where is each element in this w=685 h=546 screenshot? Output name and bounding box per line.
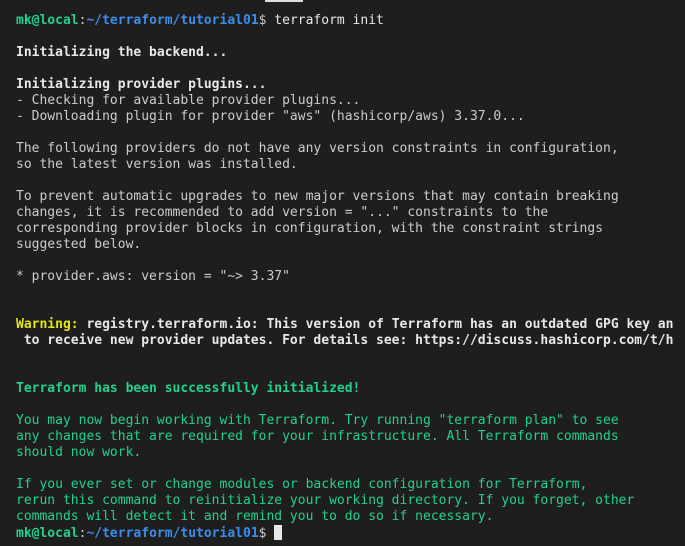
- output-init-plugins: Initializing provider plugins...: [16, 77, 267, 92]
- prompt-path: ~/terraform/tutorial01: [86, 526, 259, 541]
- text-cursor: [274, 525, 283, 540]
- output-prevent-4: suggested below.: [16, 237, 142, 252]
- output-reinit-2: rerun this command to reinitialize your …: [16, 493, 635, 508]
- prompt-line: mk@local:~/terraform/tutorial01$ terrafo…: [16, 13, 685, 29]
- output-downloading: - Downloading plugin for provider "aws" …: [16, 109, 525, 124]
- warning-line-2: to receive new provider updates. For det…: [16, 333, 674, 348]
- output-no-constraints-1: The following providers do not have any …: [16, 141, 619, 156]
- prompt-line-current[interactable]: mk@local:~/terraform/tutorial01$: [16, 525, 685, 541]
- output-next-3: should now work.: [16, 445, 142, 460]
- warning-label: Warning:: [16, 317, 79, 332]
- success-message: Terraform has been successfully initiali…: [16, 381, 361, 396]
- output-prevent-3: corresponding provider blocks in configu…: [16, 221, 603, 236]
- output-reinit-3: commands will detect it and remind you t…: [16, 509, 494, 524]
- active-tab-indicator: [265, 0, 303, 2]
- output-no-constraints-2: so the latest version was installed.: [16, 157, 298, 172]
- output-next-2: any changes that are required for your i…: [16, 429, 619, 444]
- output-init-backend: Initializing the backend...: [16, 45, 228, 60]
- output-reinit-1: If you ever set or change modules or bac…: [16, 477, 588, 492]
- warning-text-1: registry.terraform.io: This version of T…: [78, 317, 674, 332]
- prompt-user-host: mk@local: [16, 526, 79, 541]
- output-provider-version: * provider.aws: version = "~> 3.37": [16, 269, 290, 284]
- terminal-window[interactable]: mk@local:~/terraform/tutorial01$ terrafo…: [0, 0, 685, 546]
- prompt-path: ~/terraform/tutorial01: [86, 13, 259, 28]
- output-next-1: You may now begin working with Terraform…: [16, 413, 619, 428]
- command-text: terraform init: [266, 13, 384, 28]
- warning-line-1: Warning: registry.terraform.io: This ver…: [16, 317, 685, 333]
- output-prevent-2: changes, it is recommended to add versio…: [16, 205, 549, 220]
- output-prevent-1: To prevent automatic upgrades to new maj…: [16, 189, 619, 204]
- output-checking: - Checking for available provider plugin…: [16, 93, 361, 108]
- prompt-user-host: mk@local: [16, 13, 79, 28]
